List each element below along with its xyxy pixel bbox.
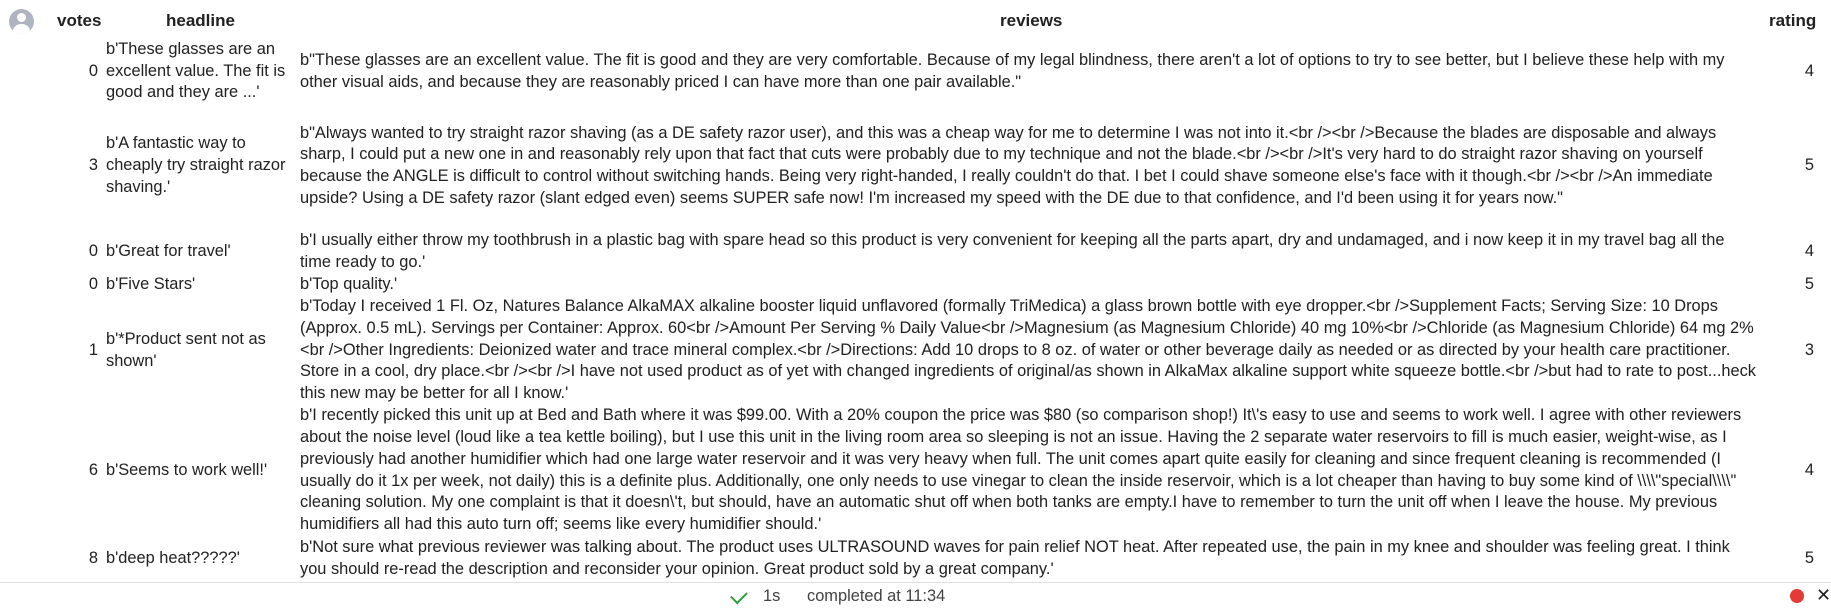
review-cell: b"These glasses are an excellent value. … — [300, 50, 1725, 91]
status-dot-icon — [1790, 589, 1804, 603]
table-row: 3 b'A fantastic way to cheaply try strai… — [0, 102, 1831, 230]
column-header-headline: headline — [166, 11, 235, 30]
rating-cell: 4 — [1804, 241, 1814, 260]
table-header: votes headline reviews rating — [0, 0, 1831, 41]
votes-cell: 1 — [88, 340, 98, 359]
rating-cell: 5 — [1804, 156, 1814, 175]
close-icon[interactable]: ✕ — [1816, 584, 1831, 606]
check-icon — [730, 586, 748, 605]
rating-cell: 5 — [1804, 549, 1814, 567]
review-cell: b'Today I received 1 Fl. Oz, Natures Bal… — [300, 297, 1757, 403]
votes-cell: 0 — [88, 61, 98, 80]
table-row: 0 b'Great for travel' b'I usually either… — [0, 230, 1831, 273]
headline-cell: b'deep heat?????' — [106, 549, 240, 567]
column-header-rating: rating — [1769, 11, 1817, 30]
table-body: 0 b'These glasses are an excellent value… — [0, 39, 1831, 583]
table-row: 6 b'Seems to work well!' b'I recently pi… — [0, 405, 1831, 536]
review-cell: b'Top quality.' — [300, 274, 398, 293]
avatar-icon[interactable] — [9, 9, 34, 34]
votes-cell: 3 — [88, 156, 98, 175]
table-row: 1 b'*Product sent not as shown' b'Today … — [0, 296, 1831, 405]
review-cell: b"Always wanted to try straight razor sh… — [300, 123, 1717, 207]
rating-cell: 5 — [1804, 274, 1814, 293]
column-header-reviews: reviews — [1000, 11, 1063, 30]
headline-cell: b'A fantastic way to cheaply try straigh… — [106, 134, 286, 196]
headline-cell: b'These glasses are an excellent value. … — [106, 39, 286, 102]
rating-cell: 4 — [1804, 460, 1814, 479]
status-bar: 1s completed at 11:34 ✕ — [0, 582, 1831, 608]
votes-cell: 0 — [88, 274, 98, 293]
votes-cell: 0 — [88, 241, 98, 260]
headline-cell: b'Five Stars' — [106, 274, 196, 293]
table-row: 8 b'deep heat?????' b'Not sure what prev… — [0, 536, 1831, 583]
headline-cell: b'Seems to work well!' — [106, 460, 268, 479]
votes-cell: 8 — [88, 549, 98, 567]
review-cell: b'I recently picked this unit up at Bed … — [300, 406, 1742, 533]
completion-status: completed at 11:34 — [807, 587, 946, 605]
headline-cell: b'*Product sent not as shown' — [106, 329, 266, 370]
headline-cell: b'Great for travel' — [106, 241, 231, 260]
column-header-votes: votes — [57, 11, 102, 30]
execution-time: 1s — [763, 587, 781, 605]
notebook-output: votes headline reviews rating 0 b'These … — [0, 0, 1831, 608]
rating-cell: 4 — [1804, 61, 1814, 80]
table-row: 0 b'These glasses are an excellent value… — [0, 39, 1831, 102]
review-cell: b'Not sure what previous reviewer was ta… — [300, 538, 1730, 578]
review-cell: b'I usually either throw my toothbrush i… — [300, 230, 1725, 271]
table-row: 0 b'Five Stars' b'Top quality.' 5 — [0, 273, 1831, 296]
votes-cell: 6 — [88, 460, 98, 479]
rating-cell: 3 — [1804, 340, 1814, 359]
